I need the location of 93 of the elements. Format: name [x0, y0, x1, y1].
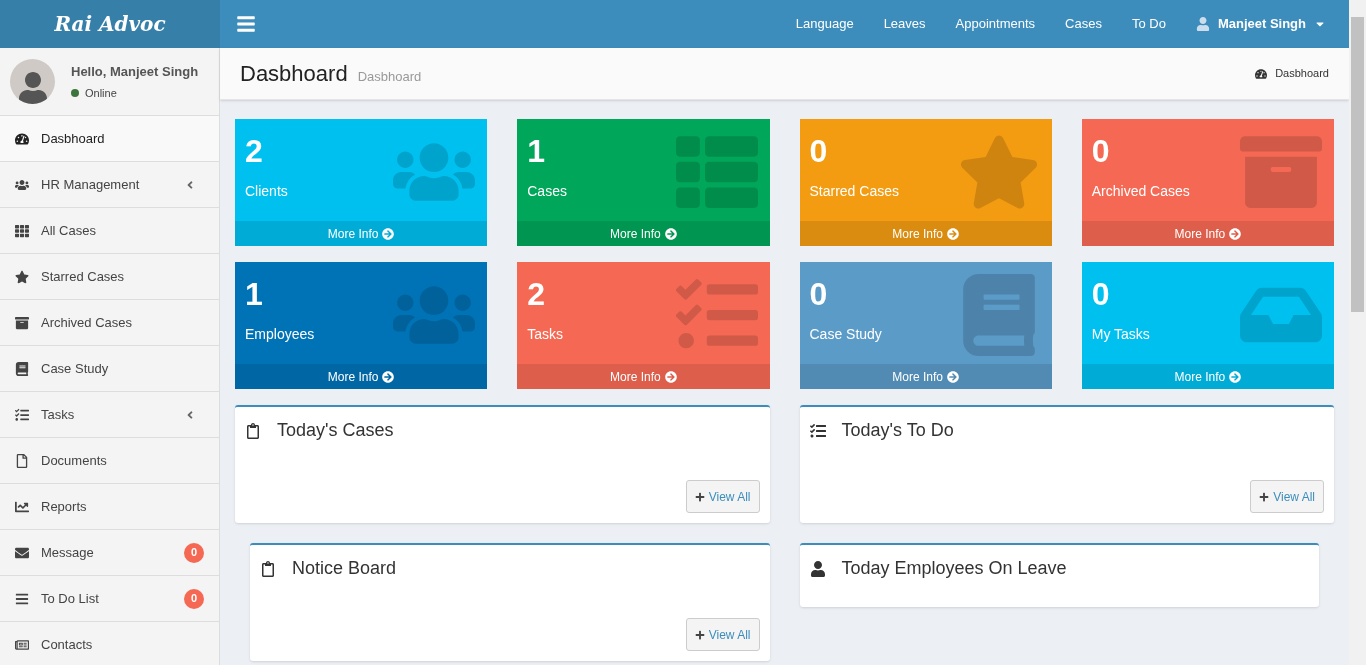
more-info-link[interactable]: More Info: [799, 221, 1052, 246]
tile-count: 0: [1091, 275, 1111, 314]
sidebar-item[interactable]: Starred Cases: [0, 254, 219, 300]
more-info-link[interactable]: More Info: [235, 221, 488, 246]
sidebar-label: HR Management: [41, 175, 141, 194]
sidebar-label: Archived Cases: [41, 313, 134, 332]
sidebar-item[interactable]: HR Management: [0, 162, 219, 208]
grid-icon: [15, 223, 29, 238]
more-info-link[interactable]: More Info: [517, 221, 770, 246]
plus-icon: [1259, 491, 1270, 502]
user-icon: [809, 560, 826, 577]
sidebar-label: Documents: [41, 451, 108, 470]
nav-link[interactable]: Language: [780, 14, 869, 34]
contact-card-icon: [15, 637, 29, 652]
sidebar-item[interactable]: Documents: [0, 438, 219, 484]
tile-count: 0: [1091, 132, 1111, 171]
task-list-icon: [809, 422, 826, 439]
tile-count: 0: [809, 132, 829, 171]
view-all-button[interactable]: View All: [685, 480, 760, 513]
menu-icon: [236, 14, 256, 34]
archive-box-icon: [15, 315, 29, 330]
sidebar-item[interactable]: Dasbhoard: [0, 116, 219, 162]
sidebar-item[interactable]: Case Study: [0, 346, 219, 392]
tile-label: Clients: [245, 182, 289, 201]
view-all-button[interactable]: View All: [1250, 480, 1324, 513]
nav-link[interactable]: Cases: [1050, 14, 1117, 34]
more-info-link[interactable]: More Info: [517, 364, 770, 389]
view-all-button[interactable]: View All: [685, 618, 760, 651]
sidebar-label: Reports: [41, 497, 88, 516]
sidebar-label: Dasbhoard: [41, 129, 106, 148]
plus-icon: [694, 491, 705, 502]
plus-icon: [694, 629, 705, 640]
gauge-icon: [15, 131, 29, 146]
list-icon: [15, 591, 29, 606]
tile-count: 2: [527, 275, 547, 314]
tile-count: 1: [527, 132, 547, 171]
tile-label: Case Study: [809, 325, 883, 344]
sidebar-item[interactable]: To Do List 0: [0, 576, 219, 622]
users-icon: [15, 177, 29, 192]
tile-count: 0: [809, 275, 829, 314]
more-info-link[interactable]: More Info: [235, 364, 488, 389]
tile-label: Starred Cases: [809, 182, 900, 201]
person-silhouette-icon: [16, 72, 49, 104]
tile-label: My Tasks: [1091, 325, 1151, 344]
sidebar-label: To Do List: [41, 589, 100, 608]
clipboard-icon: [260, 560, 276, 577]
count-badge: 0: [184, 588, 204, 609]
tile-count: 2: [245, 132, 264, 171]
nav-link[interactable]: Appointments: [940, 14, 1051, 34]
tile-label: Archived Cases: [1091, 182, 1191, 201]
tile-label: Tasks: [527, 325, 565, 344]
scrollbar[interactable]: [1349, 0, 1366, 665]
count-badge: 0: [184, 542, 204, 563]
envelope-icon: [15, 545, 29, 560]
sidebar-item[interactable]: Reports: [0, 484, 219, 530]
sidebar-label: Contacts: [41, 635, 94, 654]
sidebar-label: Case Study: [41, 359, 110, 378]
gauge-icon: [1255, 67, 1268, 80]
user-menu[interactable]: Manjeet Singh: [1180, 14, 1341, 34]
more-info-link[interactable]: More Info: [1081, 221, 1334, 246]
user-icon: [1195, 17, 1210, 31]
tile-label: Cases: [527, 182, 568, 201]
document-icon: [15, 453, 29, 468]
sidebar-item[interactable]: Message 0: [0, 530, 219, 576]
star-icon: [15, 269, 29, 284]
tile-count: 1: [245, 275, 264, 314]
line-chart-icon: [15, 499, 29, 514]
task-list-icon: [15, 407, 29, 422]
sidebar-label: Tasks: [41, 405, 76, 424]
page-title: Dasbhoard: [240, 60, 348, 88]
book-icon: [15, 361, 29, 376]
clipboard-icon: [245, 422, 261, 439]
more-info-link[interactable]: More Info: [799, 364, 1052, 389]
status-text: Online: [85, 86, 117, 101]
breadcrumb-link[interactable]: Dasbhoard: [1255, 65, 1329, 82]
nav-link[interactable]: Leaves: [868, 14, 941, 34]
user-greeting: Hello, Manjeet Singh: [71, 62, 199, 81]
panel-title: Today's Cases: [277, 419, 394, 442]
panel-title: Notice Board: [292, 557, 397, 580]
sidebar-item[interactable]: Archived Cases: [0, 300, 219, 346]
sidebar-item[interactable]: Tasks: [0, 392, 219, 438]
sidebar-label: All Cases: [41, 221, 97, 240]
nav-link[interactable]: To Do: [1116, 14, 1181, 34]
sidebar-item[interactable]: Contacts: [0, 622, 219, 665]
page-subtitle: Dasbhoard: [357, 67, 422, 86]
tile-label: Employees: [245, 325, 316, 344]
panel-title: Today's To Do: [841, 419, 954, 442]
panel-title: Today Employees On Leave: [841, 557, 1067, 580]
sidebar-item[interactable]: All Cases: [0, 208, 219, 254]
sidebar-label: Starred Cases: [41, 267, 126, 286]
more-info-link[interactable]: More Info: [1081, 364, 1334, 389]
sidebar-label: Message: [41, 543, 95, 562]
scrollbar-thumb[interactable]: [1351, 17, 1364, 312]
